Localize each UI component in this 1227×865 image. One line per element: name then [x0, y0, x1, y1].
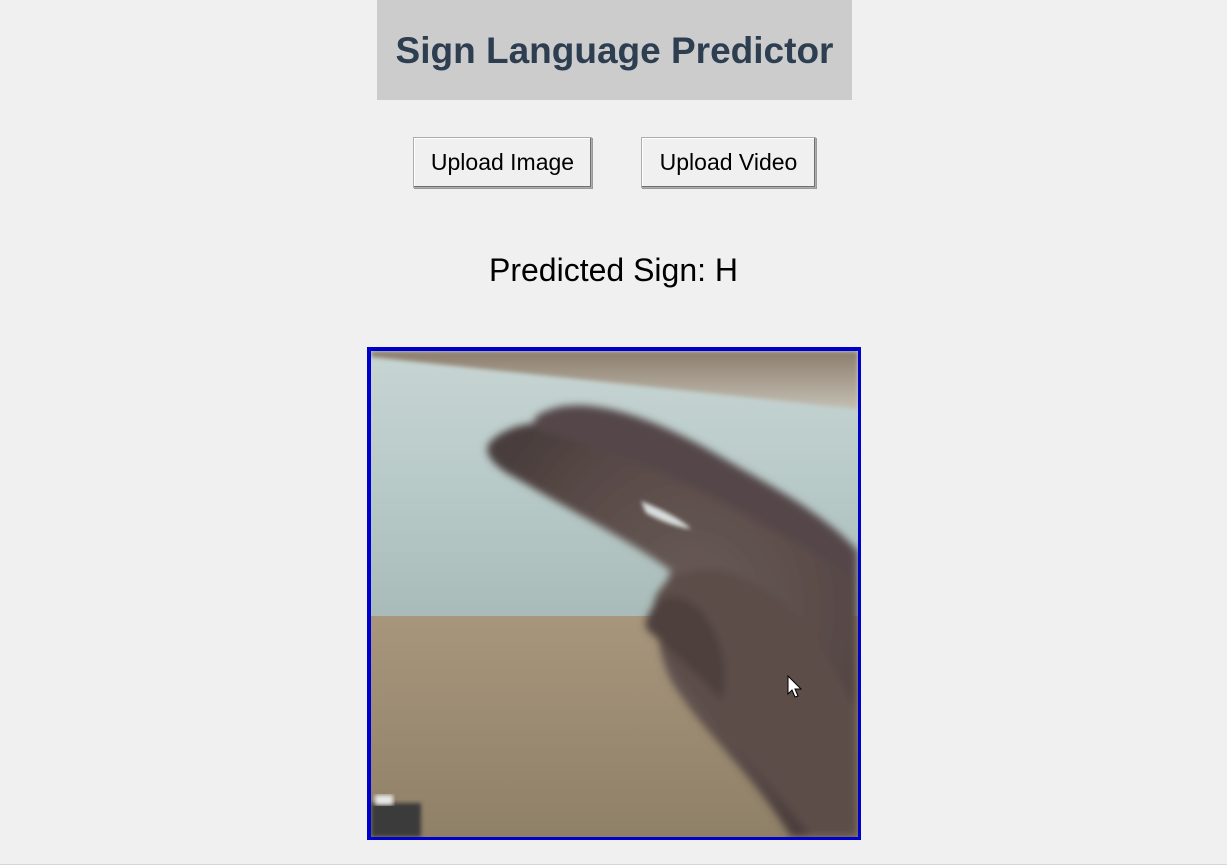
predicted-sign-label: Predicted Sign: H — [488, 252, 738, 288]
mouse-pointer-icon — [787, 675, 803, 698]
hand-sign-image — [371, 351, 858, 837]
header-bar: Sign Language Predictor — [377, 0, 852, 100]
upload-video-button[interactable]: Upload Video — [641, 137, 816, 188]
page-title: Sign Language Predictor — [395, 30, 834, 71]
upload-image-button[interactable]: Upload Image — [413, 137, 592, 188]
preview-image-frame — [367, 347, 861, 840]
